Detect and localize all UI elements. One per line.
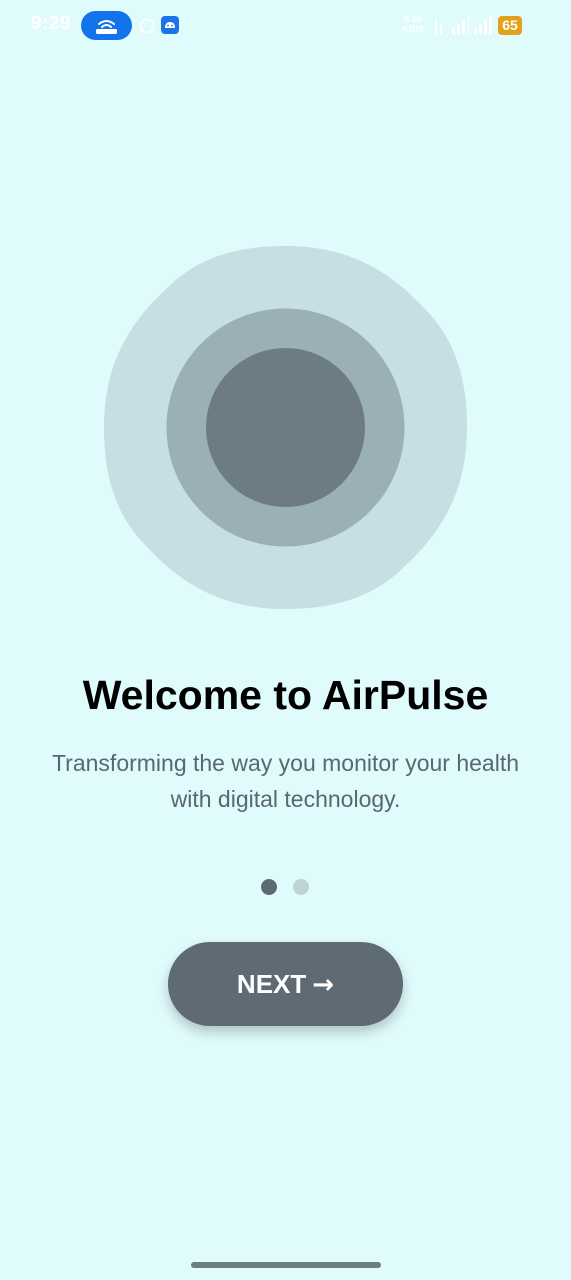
welcome-subtitle: Transforming the way you monitor your he… (51, 750, 520, 812)
network-speed-value: 0.16 (404, 14, 422, 24)
next-button-label: NEXT (236, 968, 307, 999)
vowifi-icon (435, 20, 442, 34)
status-time: 9:29 (31, 13, 72, 34)
network-speed: 0.16 KB/S (398, 14, 428, 34)
next-button[interactable]: NEXT → (168, 942, 403, 1026)
signal-icon (474, 16, 492, 34)
hotspot-icon (96, 20, 117, 34)
inner-circle (206, 348, 365, 507)
arrow-right-icon: → (312, 969, 335, 1000)
network-speed-unit: KB/S (402, 24, 424, 34)
page-dot-active[interactable] (261, 879, 277, 895)
status-bar: 9:29 0.16 KB/S 65 (0, 0, 571, 50)
android-icon (161, 16, 179, 34)
battery-level: 65 (502, 17, 518, 33)
whatsapp-icon (139, 18, 155, 34)
signal-icon (452, 16, 470, 34)
pulse-circles-icon (104, 246, 467, 609)
hotspot-pill[interactable] (81, 11, 132, 40)
welcome-title: Welcome to AirPulse (82, 672, 489, 718)
page-dot-inactive[interactable] (293, 879, 309, 895)
battery-icon: 65 (498, 16, 522, 35)
home-indicator[interactable] (191, 1262, 381, 1268)
